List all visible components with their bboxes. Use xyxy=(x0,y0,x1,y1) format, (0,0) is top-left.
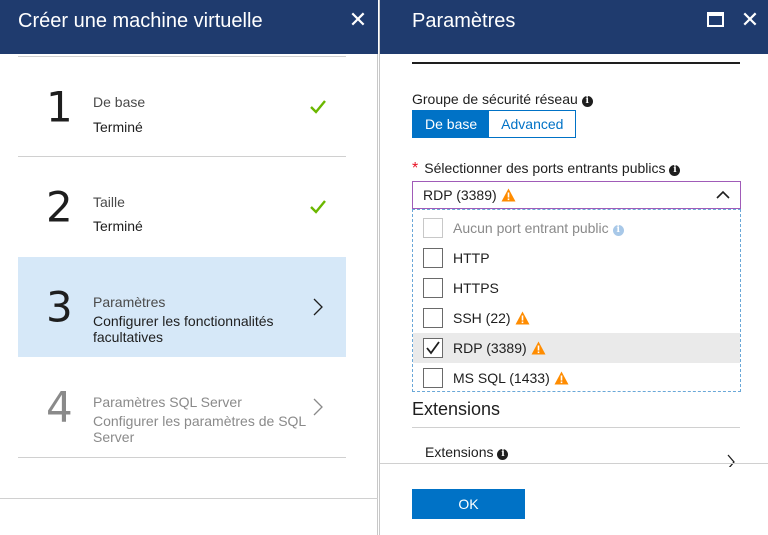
checkbox[interactable] xyxy=(423,248,443,268)
step-status: Terminé xyxy=(93,218,143,234)
step-description: Configurer les paramètres de SQL Server xyxy=(93,413,306,445)
step-title: De base xyxy=(93,94,146,110)
ports-select-value: RDP (3389) xyxy=(423,187,516,203)
blade-title: Paramètres xyxy=(412,10,516,32)
nsg-basic-option[interactable]: De base xyxy=(413,111,490,137)
warning-icon xyxy=(554,371,569,385)
info-icon: i xyxy=(612,225,624,236)
warning-icon xyxy=(531,341,546,355)
step-status: Terminé xyxy=(93,119,143,135)
port-option-label-text: Aucun port entrant public xyxy=(453,220,609,236)
port-option-none[interactable]: Aucun port entrant public i xyxy=(413,213,740,243)
checkbox[interactable] xyxy=(423,218,443,238)
nsg-toggle: De base Advanced xyxy=(412,110,577,138)
step-title: Paramètres xyxy=(93,294,166,310)
port-option-mssql[interactable]: MS SQL (1433) xyxy=(413,363,740,393)
port-option-label: HTTP xyxy=(453,250,490,266)
checkmark-icon xyxy=(426,341,440,355)
port-option-label: Aucun port entrant public i xyxy=(453,220,624,236)
section-divider xyxy=(412,62,740,64)
port-option-label-text: MS SQL (1433) xyxy=(453,370,550,386)
step-settings[interactable]: 3 Paramètres Configurer les fonctionnali… xyxy=(18,257,346,357)
ports-label-text: Sélectionner des ports entrants publics xyxy=(424,160,666,176)
settings-blade: Paramètres ✕ Groupe de sécurité réseau i … xyxy=(379,0,768,535)
nsg-label-text: Groupe de sécurité réseau xyxy=(412,91,578,107)
checkmark-icon xyxy=(310,200,326,214)
extensions-row[interactable]: Extensions i xyxy=(412,427,740,467)
port-option-label: RDP (3389) xyxy=(453,340,546,356)
chevron-right-icon xyxy=(727,454,735,467)
checkmark-icon xyxy=(310,100,326,114)
ports-select-value-text: RDP (3389) xyxy=(423,187,497,203)
footer-divider xyxy=(0,498,378,499)
port-option-label-text: RDP (3389) xyxy=(453,340,527,356)
checkbox[interactable] xyxy=(423,278,443,298)
ports-label: * Sélectionner des ports entrants publics… xyxy=(412,160,681,178)
port-option-label-text: SSH (22) xyxy=(453,310,511,326)
chevron-right-icon xyxy=(313,298,323,316)
blade-header: Paramètres ✕ xyxy=(380,0,768,54)
nsg-advanced-option[interactable]: Advanced xyxy=(489,111,576,137)
step-number: 3 xyxy=(46,282,73,332)
step-number: 1 xyxy=(46,82,73,132)
step-basics[interactable]: 1 De base Terminé xyxy=(18,57,346,157)
divider xyxy=(18,457,346,458)
step-description: Configurer les fonctionnalités facultati… xyxy=(93,313,274,345)
footer-divider xyxy=(380,463,768,464)
info-icon[interactable]: i xyxy=(669,165,681,176)
checkbox-checked[interactable] xyxy=(423,338,443,358)
extensions-section-title: Extensions xyxy=(412,399,501,419)
port-option-rdp[interactable]: RDP (3389) xyxy=(413,333,740,363)
required-marker: * xyxy=(412,160,419,177)
maximize-icon[interactable] xyxy=(707,12,724,27)
close-icon[interactable]: ✕ xyxy=(738,8,762,32)
port-option-http[interactable]: HTTP xyxy=(413,243,740,273)
warning-icon xyxy=(515,311,530,325)
step-title: Paramètres SQL Server xyxy=(93,394,242,410)
chevron-right-icon xyxy=(313,398,323,416)
ports-dropdown-list: Aucun port entrant public i HTTP HTTPS SS… xyxy=(412,209,741,392)
step-title: Taille xyxy=(93,194,125,210)
port-option-ssh[interactable]: SSH (22) xyxy=(413,303,740,333)
step-number: 4 xyxy=(46,382,73,432)
port-option-label: MS SQL (1433) xyxy=(453,370,569,386)
blade-header: Créer une machine virtuelle ✕ xyxy=(0,0,378,54)
extensions-row-label: Extensions i xyxy=(425,444,509,460)
close-icon[interactable]: ✕ xyxy=(346,8,370,32)
port-option-https[interactable]: HTTPS xyxy=(413,273,740,303)
nsg-label: Groupe de sécurité réseau i xyxy=(412,91,593,107)
checkbox[interactable] xyxy=(423,308,443,328)
port-option-label: HTTPS xyxy=(453,280,499,296)
step-size[interactable]: 2 Taille Terminé xyxy=(18,157,346,257)
step-sql-server-settings[interactable]: 4 Paramètres SQL Server Configurer les p… xyxy=(18,357,346,457)
port-option-label: SSH (22) xyxy=(453,310,530,326)
step-number: 2 xyxy=(46,182,73,232)
info-icon[interactable]: i xyxy=(581,96,593,107)
info-icon[interactable]: i xyxy=(497,449,509,460)
checkbox[interactable] xyxy=(423,368,443,388)
extensions-row-label-text: Extensions xyxy=(425,444,494,460)
ports-select[interactable]: RDP (3389) xyxy=(412,181,741,209)
warning-icon xyxy=(501,188,516,202)
blade-title: Créer une machine virtuelle xyxy=(18,10,263,32)
ok-button[interactable]: OK xyxy=(412,489,525,519)
chevron-up-icon[interactable] xyxy=(716,190,730,200)
create-vm-blade: Créer une machine virtuelle ✕ 1 De base … xyxy=(0,0,378,535)
